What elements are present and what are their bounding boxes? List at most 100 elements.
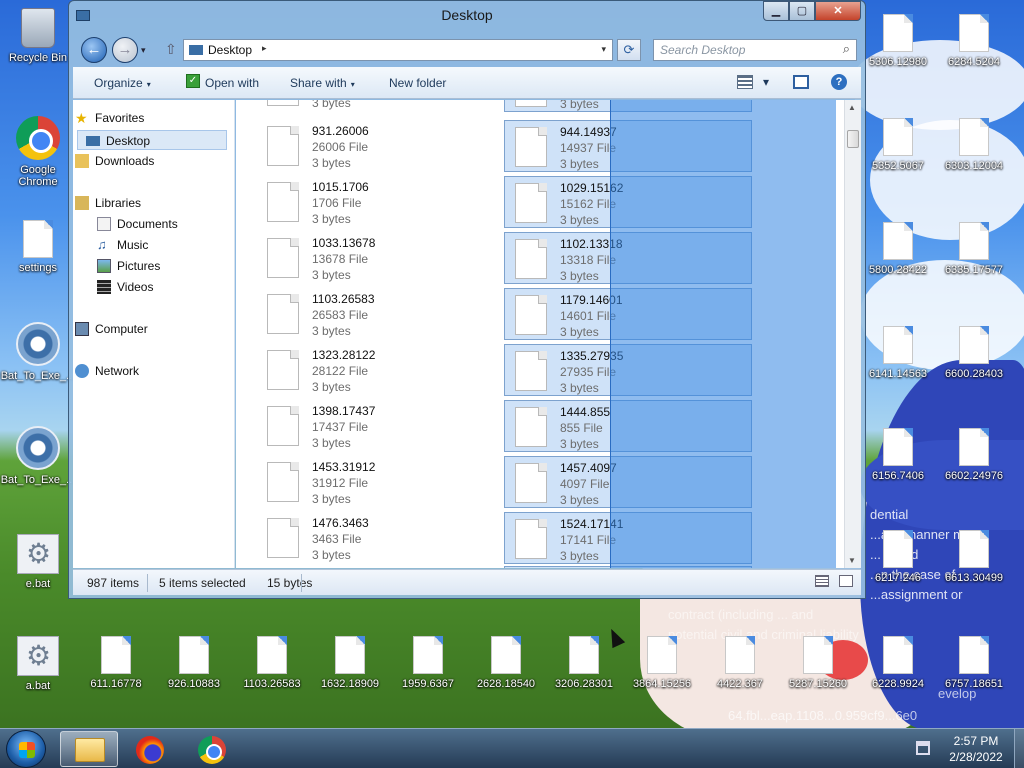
start-button[interactable] <box>6 730 46 768</box>
file-icon <box>959 222 989 260</box>
chrome-icon <box>198 736 226 764</box>
desktop-icon-label: 5352.5067 <box>872 160 924 172</box>
file-icon <box>23 220 53 258</box>
search-icon[interactable]: ⌕ <box>843 41 850 57</box>
file-size: 3 bytes <box>312 436 351 450</box>
desktop-file-icon[interactable]: 6141.14563 <box>860 326 936 380</box>
file-type: 28122 File <box>312 364 369 378</box>
preview-pane-icon[interactable] <box>793 75 809 89</box>
address-crumb-desktop[interactable]: Desktop <box>208 43 252 57</box>
desktop-file-icon[interactable]: 6303.12004 <box>936 118 1012 172</box>
search-input[interactable]: Search Desktop ⌕ <box>653 39 857 61</box>
file-tile[interactable]: 1453.31912 31912 File 3 bytes <box>257 456 505 508</box>
desktop-file-icon[interactable]: 6335.17577 <box>936 222 1012 276</box>
desktop-icon-settings[interactable]: settings <box>0 220 76 274</box>
organize-menu[interactable]: Organize ▾ <box>94 76 151 90</box>
file-tile[interactable]: 1103.26583 26583 File 3 bytes <box>257 288 505 340</box>
nav-computer[interactable]: Computer <box>75 319 148 339</box>
file-icon <box>959 636 989 674</box>
desktop-file-icon[interactable]: 1959.6367 <box>390 636 466 690</box>
file-icon <box>101 636 131 674</box>
nav-libraries[interactable]: Libraries <box>75 193 141 213</box>
nav-pictures[interactable]: Pictures <box>97 256 161 276</box>
new-folder-button[interactable]: New folder <box>389 76 446 90</box>
desktop-file-icon[interactable]: 6757.18651 <box>936 636 1012 690</box>
system-clock[interactable]: 2:57 PM 2/28/2022 <box>940 733 1012 765</box>
desktop-file-icon[interactable]: 5287.15260 <box>780 636 856 690</box>
show-desktop-button[interactable] <box>1014 729 1024 768</box>
taskbar-explorer[interactable] <box>60 731 118 767</box>
taskbar-chrome[interactable] <box>182 731 240 767</box>
desktop-file-icon[interactable]: 1103.26583 <box>234 636 310 690</box>
file-tile[interactable]: 1323.28122 28122 File 3 bytes <box>257 344 505 396</box>
nav-network[interactable]: Network <box>75 361 139 381</box>
vertical-scrollbar[interactable]: ▲ ▼ <box>844 100 861 568</box>
forward-button[interactable]: → <box>112 37 138 63</box>
scroll-up-icon[interactable]: ▲ <box>848 103 856 112</box>
nav-label: Pictures <box>117 259 161 273</box>
desktop-file-icon[interactable]: 3864.15256 <box>624 636 700 690</box>
desktop-file-icon[interactable]: 926.10883 <box>156 636 232 690</box>
command-bar: Organize ▾ ✓ Open with Share with ▾ New fo… <box>73 67 861 99</box>
share-with-menu[interactable]: Share with ▾ <box>290 76 355 90</box>
nav-downloads[interactable]: Downloads <box>75 151 154 171</box>
desktop-file-icon[interactable]: 6217.246 <box>860 530 936 584</box>
nav-favorites[interactable]: ★ Favorites <box>75 108 144 128</box>
desktop-file-icon[interactable]: 6228.9924 <box>860 636 936 690</box>
view-options-chevron-icon[interactable]: ▾ <box>763 75 769 89</box>
network-tray-icon[interactable] <box>916 741 930 755</box>
recent-pages-dropdown[interactable]: ▾ <box>141 45 146 56</box>
desktop-file-icon[interactable]: 4422.367 <box>702 636 778 690</box>
up-folder-icon[interactable]: ⇧ <box>165 41 177 58</box>
desktop-file-icon[interactable]: 5306.12980 <box>860 14 936 68</box>
desktop-file-icon[interactable]: 6613.30499 <box>936 530 1012 584</box>
file-tile[interactable]: 1015.1706 1706 File 3 bytes <box>257 176 505 228</box>
file-icon <box>959 530 989 568</box>
file-tile[interactable]: 931.26006 26006 File 3 bytes <box>257 120 505 172</box>
large-icons-view-icon[interactable] <box>839 575 853 587</box>
back-button[interactable]: ← <box>81 37 107 63</box>
music-icon: ♫ <box>97 237 107 252</box>
desktop-icon-recycle-bin[interactable]: Recycle Bin <box>0 8 76 64</box>
details-view-icon[interactable] <box>815 575 829 587</box>
address-dropdown-icon[interactable]: ▾ <box>601 44 606 55</box>
file-tile[interactable]: 3 bytes <box>257 100 505 112</box>
desktop-file-icon[interactable]: 6284.5204 <box>936 14 1012 68</box>
nav-music[interactable]: ♫ Music <box>97 235 148 255</box>
refresh-button[interactable]: ⟳ <box>617 39 641 61</box>
desktop-file-icon[interactable]: 6602.24976 <box>936 428 1012 482</box>
desktop-icon-bat-to-exe-1[interactable]: Bat_To_Exe_... <box>0 322 76 382</box>
breadcrumb-chevron-icon[interactable]: ▸ <box>262 43 267 54</box>
file-size: 3 bytes <box>312 380 351 394</box>
scrollbar-thumb[interactable] <box>847 130 859 148</box>
explorer-window[interactable]: Desktop ▁ ▢ ✕ ← → ▾ ⇧ Desktop ▸ ▾ ⟳ Sear… <box>68 0 866 599</box>
desktop-file-icon[interactable]: 1632.18909 <box>312 636 388 690</box>
taskbar-firefox[interactable] <box>120 731 178 767</box>
file-tile[interactable]: 1476.3463 3463 File 3 bytes <box>257 512 505 564</box>
desktop-file-icon[interactable]: 2628.18540 <box>468 636 544 690</box>
help-icon[interactable]: ? <box>831 74 847 90</box>
nav-videos[interactable]: Videos <box>97 277 153 297</box>
nav-desktop[interactable]: Desktop <box>77 130 227 150</box>
scroll-down-icon[interactable]: ▼ <box>848 556 856 565</box>
desktop-file-icon[interactable]: 5352.5067 <box>860 118 936 172</box>
desktop-file-icon[interactable]: 6600.28403 <box>936 326 1012 380</box>
desktop-file-icon[interactable]: 611.16778 <box>78 636 154 690</box>
desktop-icon-a-bat[interactable]: a.bat <box>0 636 76 692</box>
desktop-icon-bat-to-exe-2[interactable]: Bat_To_Exe_... <box>0 426 76 486</box>
change-view-icon[interactable] <box>737 75 753 89</box>
minimize-button[interactable]: ▁ <box>763 1 789 21</box>
close-button[interactable]: ✕ <box>815 1 861 21</box>
file-type: 13318 File <box>560 253 617 267</box>
file-tile[interactable]: 1398.17437 17437 File 3 bytes <box>257 400 505 452</box>
desktop-file-icon[interactable]: 6156.7406 <box>860 428 936 482</box>
desktop-icon-google-chrome[interactable]: Google Chrome <box>0 116 76 188</box>
address-bar[interactable]: Desktop ▸ ▾ <box>183 39 613 61</box>
file-icon <box>515 239 547 279</box>
desktop-file-icon[interactable]: 5800.28422 <box>860 222 936 276</box>
file-tile[interactable]: 1033.13678 13678 File 3 bytes <box>257 232 505 284</box>
maximize-button[interactable]: ▢ <box>789 1 815 21</box>
nav-documents[interactable]: Documents <box>97 214 178 234</box>
open-with-button[interactable]: Open with <box>205 76 259 90</box>
desktop-icon-e-bat[interactable]: e.bat <box>0 534 76 590</box>
